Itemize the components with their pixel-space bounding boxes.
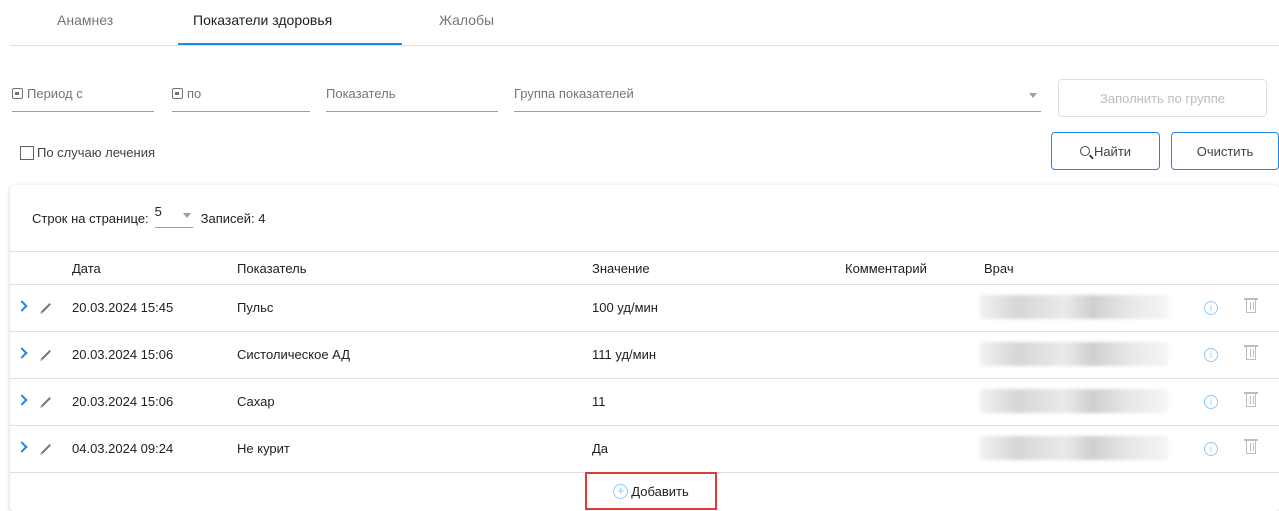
table-row[interactable]: 20.03.2024 15:06 Сахар 11 i xyxy=(10,379,1279,426)
tab-anamnesis[interactable]: Анамнез xyxy=(57,12,113,28)
trash-icon[interactable] xyxy=(1244,439,1258,454)
tab-bar: Анамнез Показатели здоровья Жалобы xyxy=(10,0,1279,46)
table-header: Дата Показатель Значение Комментарий Вра… xyxy=(10,251,1279,285)
edit-pencil-icon[interactable] xyxy=(41,303,51,313)
period-from-field[interactable]: Период с xyxy=(12,86,154,112)
column-header-doctor[interactable]: Врач xyxy=(984,261,1014,276)
row-date: 20.03.2024 15:45 xyxy=(72,300,174,315)
column-header-indicator[interactable]: Показатель xyxy=(237,261,307,276)
tab-health-indicators[interactable]: Показатели здоровья xyxy=(193,12,332,28)
doctor-name-redacted xyxy=(980,342,1168,366)
row-date: 20.03.2024 15:06 xyxy=(72,347,174,362)
doctor-name-redacted xyxy=(980,389,1168,413)
expand-chevron-icon[interactable] xyxy=(16,300,28,312)
row-value: 11 xyxy=(592,394,606,409)
rows-per-page-select[interactable]: 5 xyxy=(154,204,193,228)
treatment-case-label: По случаю лечения xyxy=(37,145,156,160)
find-button[interactable]: Найти xyxy=(1051,132,1160,170)
row-indicator: Пульс xyxy=(237,300,274,315)
column-header-comment[interactable]: Комментарий xyxy=(845,261,927,276)
table-row[interactable]: 20.03.2024 15:06 Систолическое АД 111 уд… xyxy=(10,332,1279,379)
row-date: 04.03.2024 09:24 xyxy=(72,441,174,456)
clear-button[interactable]: Очистить xyxy=(1171,132,1279,170)
period-from-label: Период с xyxy=(27,86,83,101)
active-tab-indicator xyxy=(178,43,402,45)
period-to-label: по xyxy=(187,86,202,101)
trash-icon[interactable] xyxy=(1244,345,1258,360)
table-pager: Строк на странице: 5 Записей: 4 xyxy=(32,204,266,228)
column-header-value[interactable]: Значение xyxy=(592,261,650,276)
trash-icon[interactable] xyxy=(1244,392,1258,407)
indicator-label: Показатель xyxy=(326,86,396,101)
expand-chevron-icon[interactable] xyxy=(16,347,28,359)
trash-icon[interactable] xyxy=(1244,298,1258,313)
info-icon[interactable]: i xyxy=(1204,395,1218,409)
indicator-group-select[interactable]: Группа показателей xyxy=(514,86,1041,112)
doctor-name-redacted xyxy=(980,295,1168,319)
add-button[interactable]: + Добавить xyxy=(585,472,717,510)
indicator-group-label: Группа показателей xyxy=(514,86,634,101)
row-value: 100 уд/мин xyxy=(592,300,658,315)
expand-chevron-icon[interactable] xyxy=(16,394,28,406)
treatment-case-checkbox-wrap[interactable]: По случаю лечения xyxy=(20,145,155,160)
treatment-case-checkbox[interactable] xyxy=(20,145,34,160)
row-value: Да xyxy=(592,441,609,456)
table-row[interactable]: 20.03.2024 15:45 Пульс 100 уд/мин i xyxy=(10,285,1279,332)
row-date: 20.03.2024 15:06 xyxy=(72,394,174,409)
edit-pencil-icon[interactable] xyxy=(41,444,51,454)
search-icon xyxy=(1079,146,1090,156)
info-icon[interactable]: i xyxy=(1204,442,1218,456)
edit-pencil-icon[interactable] xyxy=(41,397,51,407)
row-indicator: Не курит xyxy=(237,441,290,456)
records-label: Записей: xyxy=(200,210,255,226)
rows-per-page-value: 5 xyxy=(154,204,162,219)
period-to-field[interactable]: по xyxy=(172,86,310,112)
edit-pencil-icon[interactable] xyxy=(41,350,51,360)
add-button-label: Добавить xyxy=(631,483,689,499)
info-icon[interactable]: i xyxy=(1204,301,1218,315)
row-indicator: Сахар xyxy=(237,394,275,409)
expand-chevron-icon[interactable] xyxy=(16,441,28,453)
add-circle-icon: + xyxy=(613,483,629,499)
info-icon[interactable]: i xyxy=(1204,348,1218,362)
chevron-down-icon[interactable] xyxy=(1029,93,1037,98)
doctor-name-redacted xyxy=(980,436,1168,460)
find-button-label: Найти xyxy=(1093,143,1132,159)
chevron-down-icon xyxy=(182,213,191,218)
calendar-icon[interactable] xyxy=(172,88,183,99)
tab-complaints[interactable]: Жалобы xyxy=(439,12,494,28)
fill-by-group-button[interactable]: Заполнить по группе xyxy=(1058,79,1267,117)
calendar-icon[interactable] xyxy=(12,88,23,99)
rows-per-page-label: Строк на странице: xyxy=(32,210,149,226)
row-indicator: Систолическое АД xyxy=(237,347,351,362)
column-header-date[interactable]: Дата xyxy=(72,261,101,276)
indicator-field[interactable]: Показатель xyxy=(326,86,498,112)
row-value: 111 уд/мин xyxy=(592,347,657,362)
indicators-table-card: Строк на странице: 5 Записей: 4 Дата Пок… xyxy=(10,185,1279,511)
records-count: 4 xyxy=(258,210,266,226)
table-row[interactable]: 04.03.2024 09:24 Не курит Да i xyxy=(10,426,1279,473)
